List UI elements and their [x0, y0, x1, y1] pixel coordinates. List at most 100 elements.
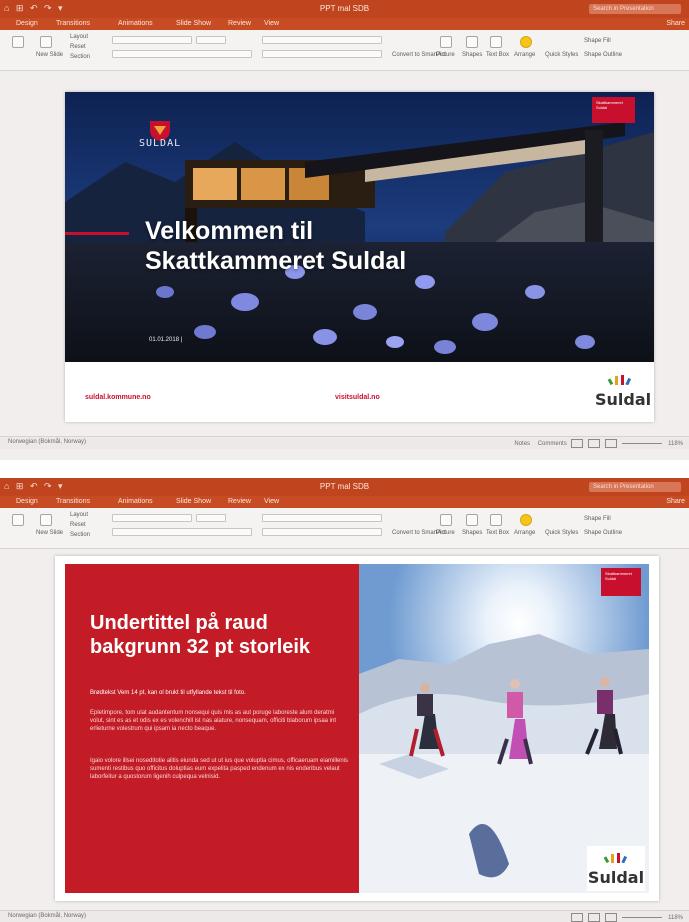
text-box-icon[interactable] [490, 36, 502, 48]
zoom-slider[interactable] [622, 443, 663, 444]
paragraph-buttons[interactable] [262, 514, 382, 522]
new-slide-button[interactable]: New Slide [36, 52, 63, 58]
font-size-select[interactable] [196, 36, 226, 44]
arrange-button[interactable]: Arrange [514, 530, 535, 536]
skattkammeret-badge: Skattkammeret Suldal [592, 97, 635, 123]
shapes-icon[interactable] [466, 514, 478, 526]
reading-view-button[interactable] [604, 439, 617, 448]
alignment-buttons[interactable] [262, 50, 382, 58]
tab-review[interactable]: Review [228, 498, 251, 505]
tab-slide-show[interactable]: Slide Show [176, 498, 211, 505]
normal-view-button[interactable] [571, 439, 584, 448]
status-right-controls: 118% [568, 913, 683, 922]
tab-view[interactable]: View [264, 498, 279, 505]
suldal-logo: Suldal [587, 846, 645, 891]
zoom-slider[interactable] [622, 917, 663, 918]
shapes-button[interactable]: Shapes [462, 52, 482, 58]
arrange-button[interactable]: Arrange [514, 52, 535, 58]
tab-design[interactable]: Design [16, 498, 38, 505]
reset-button[interactable]: Reset [70, 44, 86, 50]
suldal-logo-text: Suldal [595, 390, 652, 409]
quick-styles-button[interactable]: Quick Styles [545, 530, 578, 536]
slide-sorter-button[interactable] [588, 913, 601, 922]
reading-view-button[interactable] [604, 913, 617, 922]
picture-button[interactable]: Picture [436, 530, 455, 536]
document-title: PPT mal SDB [319, 4, 370, 13]
slide-content-red-panel[interactable]: Undertittel på raud bakgrunn 32 pt storl… [55, 556, 659, 901]
new-slide-icon[interactable] [40, 514, 52, 526]
tab-transitions[interactable]: Transitions [56, 20, 90, 27]
tab-design[interactable]: Design [16, 20, 38, 27]
status-bar: Norwegian (Bokmål, Norway) Notes Comment… [0, 436, 689, 449]
language-indicator[interactable]: Norwegian (Bokmål, Norway) [8, 913, 86, 919]
share-button[interactable]: Share [666, 498, 685, 505]
body-paragraph-2[interactable]: Igaio volore illsei noseditotie alitis e… [90, 757, 350, 781]
text-box-button[interactable]: Text Box [486, 52, 509, 58]
winter-skiers-photo [359, 564, 649, 893]
document-title: PPT mal SDB [319, 482, 370, 491]
share-button[interactable]: Share [666, 20, 685, 27]
slide-title[interactable]: Velkommen til Skattkammeret Suldal [145, 216, 406, 276]
arrange-icon[interactable] [520, 514, 532, 526]
quick-styles-button[interactable]: Quick Styles [545, 52, 578, 58]
font-format-buttons[interactable] [112, 528, 252, 536]
picture-icon[interactable] [440, 514, 452, 526]
search-input[interactable]: Search in Presentation [589, 482, 681, 492]
comments-button[interactable]: Comments [538, 441, 567, 447]
title-accent-line [65, 232, 129, 235]
font-family-select[interactable] [112, 514, 192, 522]
slide-date: 01.01.2018 | [149, 337, 183, 343]
slide-title-welcome[interactable]: SULDAL Skattkammeret Suldal Velkommen ti… [65, 92, 654, 422]
tab-animations[interactable]: Animations [118, 20, 153, 27]
alignment-buttons[interactable] [262, 528, 382, 536]
footer-link-kommune[interactable]: suldal.kommune.no [85, 394, 151, 401]
new-slide-button[interactable]: New Slide [36, 530, 63, 536]
ribbon-toolbar: New Slide Layout Reset Section Convert t… [0, 508, 689, 549]
layout-button[interactable]: Layout [70, 34, 88, 40]
shape-outline-button[interactable]: Shape Outline [584, 52, 622, 58]
section-button[interactable]: Section [70, 54, 90, 60]
reset-button[interactable]: Reset [70, 522, 86, 528]
layout-button[interactable]: Layout [70, 512, 88, 518]
zoom-level[interactable]: 118% [668, 441, 683, 447]
tab-review[interactable]: Review [228, 20, 251, 27]
section-button[interactable]: Section [70, 532, 90, 538]
picture-icon[interactable] [440, 36, 452, 48]
suldal-logo-text: Suldal [587, 868, 645, 887]
tab-slide-show[interactable]: Slide Show [176, 20, 211, 27]
body-intro[interactable]: Brødtekst Vem 14 pt, kan ol brukt til ut… [90, 689, 350, 697]
suldal-sun-rays-icon [607, 375, 632, 386]
normal-view-button[interactable] [571, 913, 584, 922]
title-bar: ⌂ ⊞ ↶ ↷ ▾ PPT mal SDB Search in Presenta… [0, 478, 689, 496]
font-family-select[interactable] [112, 36, 192, 44]
subtitle-heading[interactable]: Undertittel på raud bakgrunn 32 pt storl… [90, 611, 350, 659]
notes-button[interactable]: Notes [514, 441, 530, 447]
tab-animations[interactable]: Animations [118, 498, 153, 505]
paragraph-buttons[interactable] [262, 36, 382, 44]
font-format-buttons[interactable] [112, 50, 252, 58]
tab-transitions[interactable]: Transitions [56, 498, 90, 505]
suldal-sun-rays-icon [603, 853, 628, 864]
shape-fill-button[interactable]: Shape Fill [584, 516, 611, 522]
picture-button[interactable]: Picture [436, 52, 455, 58]
new-slide-icon[interactable] [40, 36, 52, 48]
paste-icon[interactable] [12, 36, 24, 48]
arrange-icon[interactable] [520, 36, 532, 48]
slide-sorter-button[interactable] [588, 439, 601, 448]
language-indicator[interactable]: Norwegian (Bokmål, Norway) [8, 439, 86, 445]
shapes-button[interactable]: Shapes [462, 530, 482, 536]
paste-icon[interactable] [12, 514, 24, 526]
shape-fill-button[interactable]: Shape Fill [584, 38, 611, 44]
zoom-level[interactable]: 118% [668, 915, 683, 921]
powerpoint-window-bottom: ⌂ ⊞ ↶ ↷ ▾ PPT mal SDB Search in Presenta… [0, 478, 689, 922]
red-text-panel: Undertittel på raud bakgrunn 32 pt storl… [65, 564, 359, 893]
text-box-icon[interactable] [490, 514, 502, 526]
shapes-icon[interactable] [466, 36, 478, 48]
font-size-select[interactable] [196, 514, 226, 522]
tab-view[interactable]: View [264, 20, 279, 27]
search-input[interactable]: Search in Presentation [589, 4, 681, 14]
body-paragraph-1[interactable]: Epletimpore, tom ulat audantentum nonseq… [90, 709, 350, 733]
text-box-button[interactable]: Text Box [486, 530, 509, 536]
shape-outline-button[interactable]: Shape Outline [584, 530, 622, 536]
footer-link-visit[interactable]: visitsuldal.no [335, 394, 380, 401]
